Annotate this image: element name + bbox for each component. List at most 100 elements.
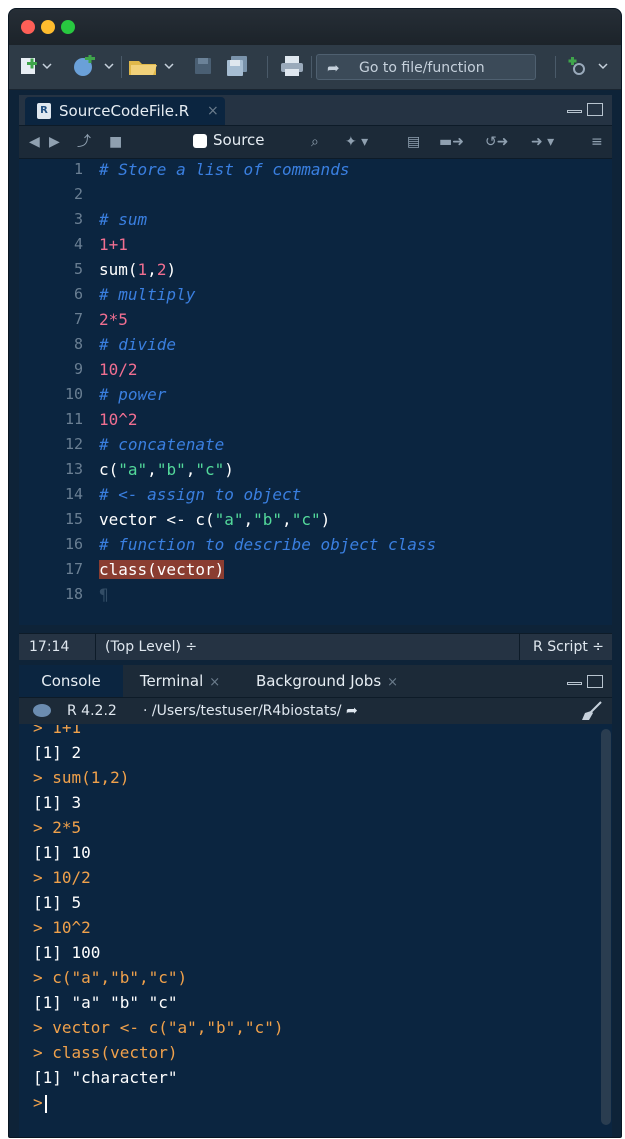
code-text: # divide: [99, 332, 176, 357]
console-output-line: [1] "character": [33, 1068, 178, 1087]
minimize-pane-icon[interactable]: [567, 682, 582, 685]
minimize-window-button[interactable]: [41, 20, 55, 34]
line-number: 4: [73, 235, 83, 253]
code-token: 1: [137, 260, 148, 279]
tab-terminal[interactable]: Terminal ×: [123, 665, 237, 697]
code-token: # multiply: [99, 285, 196, 304]
code-line[interactable]: 7 2*5: [19, 307, 612, 332]
code-token: 10/2: [99, 360, 138, 379]
source-on-save-checkbox[interactable]: [193, 134, 207, 148]
new-file-icon[interactable]: [19, 55, 53, 77]
rerun-icon[interactable]: ↺➜: [485, 134, 508, 150]
open-file-icon[interactable]: [127, 55, 177, 77]
status-separator: [519, 634, 520, 660]
code-token: 2: [156, 260, 167, 279]
code-line[interactable]: 6 # multiply: [19, 282, 612, 307]
code-line[interactable]: 8 # divide: [19, 332, 612, 357]
code-line[interactable]: 15 vector <- c("a","b","c"): [19, 507, 612, 532]
code-token: 2*5: [99, 310, 128, 329]
code-editor[interactable]: 1 # Store a list of commands 2 3 # sum 4 1+1 5 s…: [19, 157, 612, 604]
code-text: vector <- c("a","b","c"): [99, 507, 330, 532]
code-line[interactable]: 5 sum(1,2): [19, 257, 612, 282]
code-token: sum(: [99, 260, 138, 279]
line-number: 14: [64, 485, 83, 503]
source-menu-icon[interactable]: ➜ ▾: [531, 134, 554, 150]
rstudio-window: ➦ Go to file/function R SourceCodeFile.R…: [8, 8, 622, 1138]
save-all-icon[interactable]: [225, 55, 251, 77]
save-icon[interactable]: [193, 55, 213, 77]
code-line[interactable]: 16 # function to describe object class: [19, 532, 612, 557]
minimize-pane-icon[interactable]: [567, 110, 582, 113]
code-token: # function to describe object class: [99, 535, 437, 554]
code-line[interactable]: 13 c("a","b","c"): [19, 457, 612, 482]
code-line[interactable]: 4 1+1: [19, 232, 612, 257]
line-number: 11: [64, 410, 83, 428]
maximize-pane-icon[interactable]: [587, 675, 603, 688]
code-text: # multiply: [99, 282, 195, 307]
code-line[interactable]: 9 10/2: [19, 357, 612, 382]
console-input-line: > sum(1,2): [33, 768, 130, 787]
editor-save-icon[interactable]: ■: [109, 134, 122, 150]
tab-sourcecodefile[interactable]: R SourceCodeFile.R ×: [25, 97, 225, 125]
console-scrollbar[interactable]: [601, 729, 611, 1125]
code-token: ,: [185, 460, 196, 479]
code-token: vector <- c(: [99, 510, 215, 529]
code-token: # sum: [99, 210, 148, 229]
code-token: class(vector): [99, 560, 225, 579]
code-text: 10/2: [99, 357, 138, 382]
line-number: 17: [64, 560, 83, 578]
back-arrow-icon[interactable]: ◀: [29, 134, 40, 150]
source-tab-bar: R SourceCodeFile.R ×: [19, 95, 612, 126]
goto-file-function-input[interactable]: ➦ Go to file/function: [316, 54, 536, 80]
line-number: 18: [64, 585, 83, 603]
code-token: "b": [253, 510, 283, 529]
addins-icon[interactable]: [565, 55, 611, 77]
code-token: ,: [147, 460, 157, 479]
print-icon[interactable]: [279, 55, 305, 77]
maximize-pane-icon[interactable]: [587, 103, 603, 116]
code-line[interactable]: 11 10^2: [19, 407, 612, 432]
scope-selector[interactable]: (Top Level) ÷: [105, 634, 197, 660]
close-window-button[interactable]: [21, 20, 35, 34]
code-token: ,: [243, 510, 254, 529]
code-token: ): [224, 460, 234, 479]
close-tab-icon[interactable]: ×: [209, 675, 220, 690]
forward-arrow-icon[interactable]: ▶: [49, 134, 60, 150]
console-prompt[interactable]: >: [33, 1090, 47, 1115]
code-line[interactable]: 2: [19, 182, 612, 207]
filetype-selector[interactable]: R Script ÷: [533, 634, 604, 660]
new-project-icon[interactable]: [71, 55, 115, 77]
r-file-icon: R: [37, 103, 51, 119]
code-token: ,: [282, 510, 292, 529]
find-icon[interactable]: ⌕: [311, 134, 319, 150]
close-tab-icon[interactable]: ×: [387, 675, 398, 690]
clear-console-broom-icon[interactable]: [581, 701, 603, 721]
code-token: # power: [99, 385, 167, 404]
code-line[interactable]: 3 # sum: [19, 207, 612, 232]
code-token: # <- assign to object: [99, 485, 302, 504]
line-number: 12: [64, 435, 83, 453]
run-icon[interactable]: ▬➜: [439, 134, 464, 150]
code-line[interactable]: 17 class(vector): [19, 557, 612, 582]
compile-report-icon[interactable]: ▤: [407, 134, 420, 150]
tab-console[interactable]: Console: [19, 665, 123, 697]
zoom-window-button[interactable]: [61, 20, 75, 34]
code-tools-wand-icon[interactable]: ✦ ▾: [345, 134, 368, 150]
console-output[interactable]: > 1+1 [1] 2 > sum(1,2) [1] 3 > 2*5 [1] 10 > 10…: [19, 725, 599, 1137]
editor-toolbar: ◀ ▶ ⤴ ■ Source ⌕ ✦ ▾ ▤ ▬➜ ↺➜ ➜ ▾ ≡: [19, 126, 612, 159]
code-line[interactable]: 1 # Store a list of commands: [19, 157, 612, 182]
code-line[interactable]: 18 ¶: [19, 582, 612, 607]
toolbar-separator: [121, 56, 122, 78]
line-number: 15: [64, 510, 83, 528]
code-line[interactable]: 10 # power: [19, 382, 612, 407]
toolbar-separator: [267, 56, 268, 78]
tab-background-jobs[interactable]: Background Jobs ×: [237, 665, 417, 697]
close-tab-icon[interactable]: ×: [207, 97, 219, 125]
document-outline-icon[interactable]: ≡: [591, 134, 603, 150]
main-toolbar: ➦ Go to file/function: [9, 45, 621, 90]
code-line[interactable]: 14 # <- assign to object: [19, 482, 612, 507]
code-line[interactable]: 12 # concatenate: [19, 432, 612, 457]
working-directory[interactable]: · /Users/testuser/R4biostats/ ➦: [143, 698, 358, 724]
show-in-window-icon[interactable]: ⤴: [77, 134, 91, 150]
console-input-line: > 1+1: [33, 725, 82, 737]
